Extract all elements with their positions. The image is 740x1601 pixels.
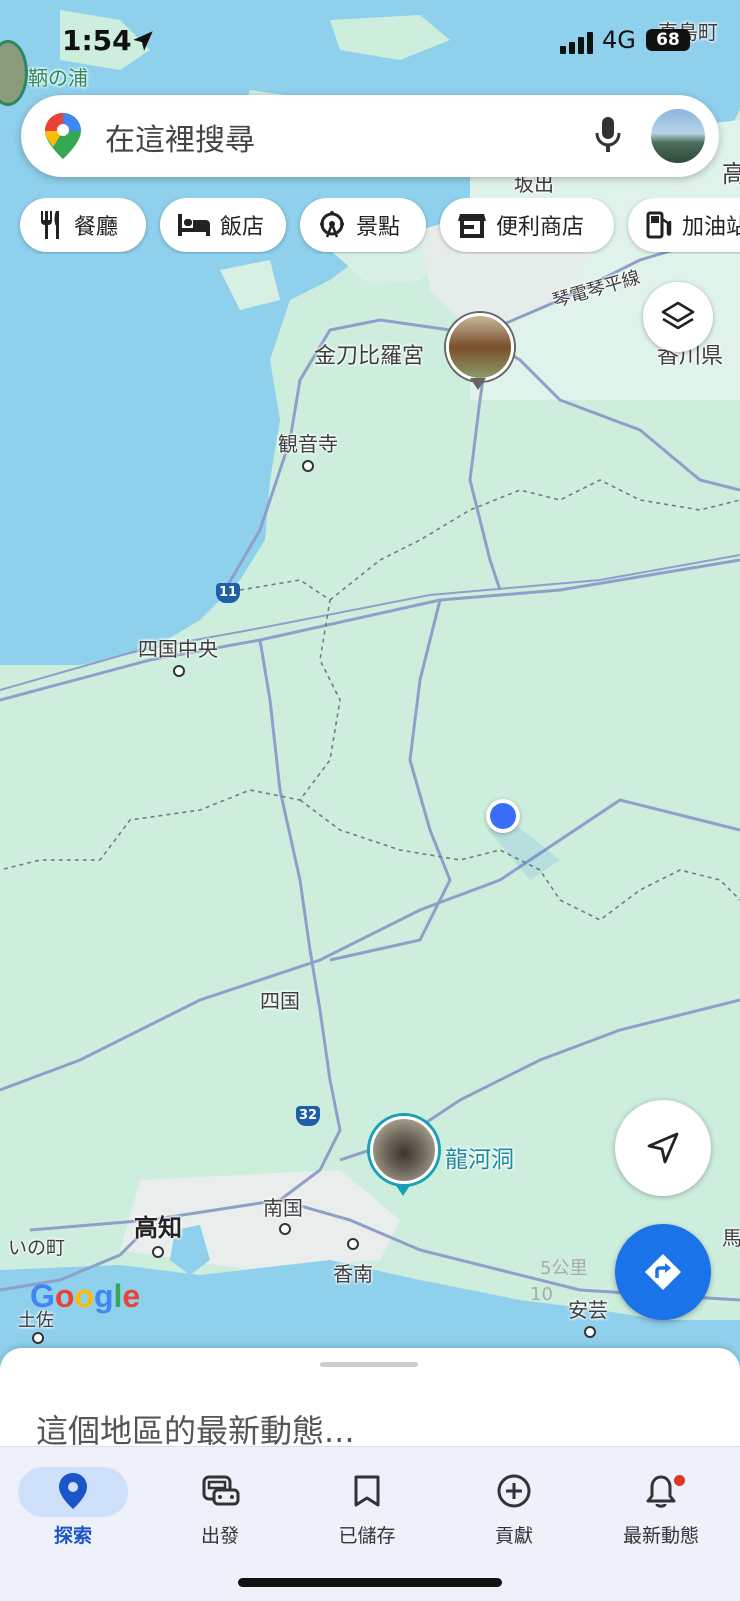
status-time: 1:54 xyxy=(62,24,132,57)
map-label-shikokuchuo[interactable]: 四国中央 xyxy=(138,633,218,662)
ryugado-pin-tail-icon xyxy=(395,1184,411,1196)
location-pin-icon xyxy=(59,1473,87,1509)
account-avatar[interactable] xyxy=(651,109,705,163)
kotohira-pin-tail-icon xyxy=(470,378,486,390)
nav-label: 最新動態 xyxy=(622,1525,699,1547)
nav-contribute[interactable]: 貢獻 xyxy=(449,1461,579,1548)
fork-knife-icon xyxy=(41,211,59,239)
nav-label: 已儲存 xyxy=(338,1525,396,1547)
recenter-button[interactable] xyxy=(615,1100,711,1196)
nav-go[interactable]: 出發 xyxy=(155,1461,285,1548)
car-icon xyxy=(202,1475,240,1506)
scale-bottom-label: 10 xyxy=(530,1284,553,1305)
route-32-shield: 32 xyxy=(296,1106,320,1126)
chip-convenience-stores[interactable]: 便利商店 xyxy=(440,198,614,252)
google-logo: Google xyxy=(30,1278,141,1314)
ferris-wheel-icon xyxy=(320,211,344,238)
sheet-title: 這個地區的最新動態... xyxy=(36,1412,355,1448)
chip-label: 餐廳 xyxy=(74,215,119,240)
scale-top-label: 5公里 xyxy=(540,1258,588,1279)
directions-icon xyxy=(645,1254,681,1290)
map-label-kochi[interactable]: 高知 xyxy=(134,1208,182,1243)
google-maps-pin-icon xyxy=(45,113,81,159)
bell-icon xyxy=(646,1475,676,1508)
map-layers-button[interactable] xyxy=(643,282,713,352)
city-dot-tosa xyxy=(32,1332,44,1344)
add-circle-icon xyxy=(497,1474,531,1508)
location-arrow-icon xyxy=(133,31,153,51)
user-location-dot-icon xyxy=(490,803,516,829)
nav-explore[interactable]: 探索 xyxy=(8,1461,138,1548)
category-chips: 餐廳 飯店 景點 便利商店 加油站 xyxy=(0,198,740,254)
store-icon xyxy=(458,214,486,238)
nav-label: 出發 xyxy=(200,1525,239,1547)
notification-dot xyxy=(674,1475,685,1486)
city-dot-konan xyxy=(347,1238,359,1250)
search-input[interactable]: 在這裡搜尋 xyxy=(105,115,255,159)
explore-bottom-sheet[interactable]: 這個地區的最新動態... xyxy=(0,1348,740,1448)
nav-saved[interactable]: 已儲存 xyxy=(302,1461,432,1548)
kotohira-photo-pin[interactable] xyxy=(446,313,514,381)
map-label-taka[interactable]: 高 xyxy=(722,154,740,189)
bookmark-icon xyxy=(354,1475,380,1507)
network-type: 4G xyxy=(602,26,636,54)
map-label-kotohira[interactable]: 金刀比羅宮 xyxy=(314,338,424,370)
city-dot-shikokuchuo xyxy=(173,665,185,677)
nav-label: 貢獻 xyxy=(494,1525,533,1547)
city-dot-nankoku xyxy=(279,1223,291,1235)
route-11-shield: 11 xyxy=(216,583,240,603)
battery-icon: 68 xyxy=(646,29,690,51)
sheet-drag-handle[interactable] xyxy=(320,1362,418,1367)
user-location-marker xyxy=(486,799,520,833)
map-label-kanonji[interactable]: 観音寺 xyxy=(278,428,338,457)
city-dot-aki xyxy=(584,1326,596,1338)
chip-label: 景點 xyxy=(356,215,401,240)
map-scale: 5公里 10 xyxy=(485,1254,587,1305)
navigation-arrow-icon xyxy=(647,1132,679,1164)
map-label-muro: 馬 xyxy=(722,1226,740,1250)
map-label-konan[interactable]: 香南 xyxy=(333,1258,373,1287)
map-label-nankoku[interactable]: 南国 xyxy=(263,1192,303,1221)
chip-label: 加油站 xyxy=(682,215,740,240)
bed-icon xyxy=(178,214,210,236)
chip-hotels[interactable]: 飯店 xyxy=(160,198,286,252)
city-dot-kochi xyxy=(152,1246,164,1258)
chip-restaurants[interactable]: 餐廳 xyxy=(20,198,146,252)
city-dot-kanonji xyxy=(302,460,314,472)
map-label-ryugado[interactable]: 龍河洞 xyxy=(445,1140,514,1174)
map-label-tomonoura[interactable]: 鞆の浦 xyxy=(28,62,88,91)
chip-attractions[interactable]: 景點 xyxy=(300,198,426,252)
nav-label: 探索 xyxy=(53,1525,92,1547)
chip-label: 飯店 xyxy=(220,215,265,240)
gas-pump-icon xyxy=(646,211,672,239)
chip-gas-stations[interactable]: 加油站 xyxy=(628,198,740,252)
signal-bars-icon xyxy=(560,32,593,54)
directions-button[interactable] xyxy=(615,1224,711,1320)
home-indicator[interactable] xyxy=(238,1578,502,1587)
chip-label: 便利商店 xyxy=(496,215,585,240)
nav-updates[interactable]: 最新動態 xyxy=(596,1461,726,1548)
layers-icon xyxy=(661,301,695,330)
status-bar: 1:54 4G 68 xyxy=(0,22,740,62)
ryugado-photo-pin[interactable] xyxy=(370,1116,438,1184)
search-bar[interactable]: 在這裡搜尋 xyxy=(21,95,719,177)
microphone-icon[interactable] xyxy=(593,115,623,155)
map-label-shikoku[interactable]: 四国 xyxy=(260,985,300,1014)
map-label-ino[interactable]: いの町 xyxy=(8,1233,65,1260)
